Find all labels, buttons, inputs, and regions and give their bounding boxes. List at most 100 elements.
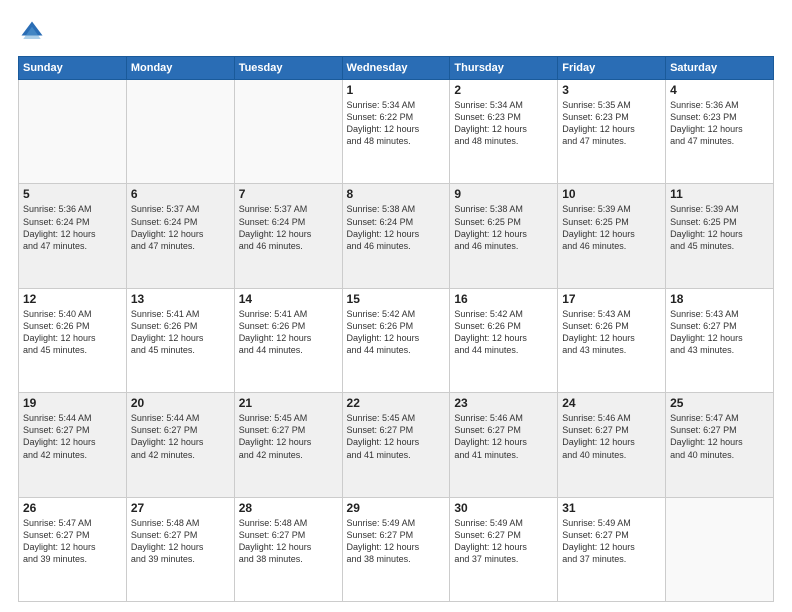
calendar-cell bbox=[126, 80, 234, 184]
day-number: 3 bbox=[562, 83, 661, 97]
calendar-cell: 13 Sunrise: 5:41 AM Sunset: 6:26 PM Dayli… bbox=[126, 288, 234, 392]
day-info: Sunrise: 5:41 AM Sunset: 6:26 PM Dayligh… bbox=[239, 308, 338, 357]
calendar-cell bbox=[19, 80, 127, 184]
day-number: 15 bbox=[347, 292, 446, 306]
day-info: Sunrise: 5:34 AM Sunset: 6:22 PM Dayligh… bbox=[347, 99, 446, 148]
day-info: Sunrise: 5:34 AM Sunset: 6:23 PM Dayligh… bbox=[454, 99, 553, 148]
calendar-cell: 22 Sunrise: 5:45 AM Sunset: 6:27 PM Dayli… bbox=[342, 393, 450, 497]
calendar-cell: 7 Sunrise: 5:37 AM Sunset: 6:24 PM Daylig… bbox=[234, 184, 342, 288]
day-number: 17 bbox=[562, 292, 661, 306]
calendar-cell: 2 Sunrise: 5:34 AM Sunset: 6:23 PM Daylig… bbox=[450, 80, 558, 184]
logo bbox=[18, 18, 50, 46]
day-info: Sunrise: 5:46 AM Sunset: 6:27 PM Dayligh… bbox=[562, 412, 661, 461]
header bbox=[18, 18, 774, 46]
day-info: Sunrise: 5:48 AM Sunset: 6:27 PM Dayligh… bbox=[131, 517, 230, 566]
weekday-header-sunday: Sunday bbox=[19, 57, 127, 80]
day-number: 18 bbox=[670, 292, 769, 306]
day-number: 23 bbox=[454, 396, 553, 410]
day-info: Sunrise: 5:47 AM Sunset: 6:27 PM Dayligh… bbox=[670, 412, 769, 461]
calendar-cell: 17 Sunrise: 5:43 AM Sunset: 6:26 PM Dayli… bbox=[558, 288, 666, 392]
day-number: 10 bbox=[562, 187, 661, 201]
day-number: 27 bbox=[131, 501, 230, 515]
calendar-cell: 28Sunrise: 5:48 AM Sunset: 6:27 PM Dayli… bbox=[234, 497, 342, 601]
day-info: Sunrise: 5:37 AM Sunset: 6:24 PM Dayligh… bbox=[131, 203, 230, 252]
weekday-header-wednesday: Wednesday bbox=[342, 57, 450, 80]
calendar-cell: 6 Sunrise: 5:37 AM Sunset: 6:24 PM Daylig… bbox=[126, 184, 234, 288]
day-info: Sunrise: 5:38 AM Sunset: 6:24 PM Dayligh… bbox=[347, 203, 446, 252]
calendar-cell: 19 Sunrise: 5:44 AM Sunset: 6:27 PM Dayli… bbox=[19, 393, 127, 497]
day-info: Sunrise: 5:39 AM Sunset: 6:25 PM Dayligh… bbox=[670, 203, 769, 252]
calendar-cell: 5Sunrise: 5:36 AM Sunset: 6:24 PM Daylig… bbox=[19, 184, 127, 288]
weekday-header-row: SundayMondayTuesdayWednesdayThursdayFrid… bbox=[19, 57, 774, 80]
calendar-week-2: 5Sunrise: 5:36 AM Sunset: 6:24 PM Daylig… bbox=[19, 184, 774, 288]
day-number: 9 bbox=[454, 187, 553, 201]
day-number: 12 bbox=[23, 292, 122, 306]
calendar-cell: 8Sunrise: 5:38 AM Sunset: 6:24 PM Daylig… bbox=[342, 184, 450, 288]
calendar-cell: 3 Sunrise: 5:35 AM Sunset: 6:23 PM Daylig… bbox=[558, 80, 666, 184]
day-number: 31 bbox=[562, 501, 661, 515]
calendar-cell: 4 Sunrise: 5:36 AM Sunset: 6:23 PM Daylig… bbox=[666, 80, 774, 184]
calendar-cell: 18 Sunrise: 5:43 AM Sunset: 6:27 PM Dayli… bbox=[666, 288, 774, 392]
day-number: 5 bbox=[23, 187, 122, 201]
day-info: Sunrise: 5:46 AM Sunset: 6:27 PM Dayligh… bbox=[454, 412, 553, 461]
calendar-cell bbox=[234, 80, 342, 184]
page: SundayMondayTuesdayWednesdayThursdayFrid… bbox=[0, 0, 792, 612]
day-info: Sunrise: 5:43 AM Sunset: 6:27 PM Dayligh… bbox=[670, 308, 769, 357]
day-info: Sunrise: 5:44 AM Sunset: 6:27 PM Dayligh… bbox=[23, 412, 122, 461]
calendar-cell: 29 Sunrise: 5:49 AM Sunset: 6:27 PM Dayli… bbox=[342, 497, 450, 601]
weekday-header-monday: Monday bbox=[126, 57, 234, 80]
day-info: Sunrise: 5:49 AM Sunset: 6:27 PM Dayligh… bbox=[347, 517, 446, 566]
calendar-cell: 25 Sunrise: 5:47 AM Sunset: 6:27 PM Dayli… bbox=[666, 393, 774, 497]
day-number: 7 bbox=[239, 187, 338, 201]
calendar-cell: 30 Sunrise: 5:49 AM Sunset: 6:27 PM Dayli… bbox=[450, 497, 558, 601]
day-number: 26 bbox=[23, 501, 122, 515]
day-info: Sunrise: 5:41 AM Sunset: 6:26 PM Dayligh… bbox=[131, 308, 230, 357]
day-info: Sunrise: 5:45 AM Sunset: 6:27 PM Dayligh… bbox=[347, 412, 446, 461]
day-info: Sunrise: 5:37 AM Sunset: 6:24 PM Dayligh… bbox=[239, 203, 338, 252]
day-number: 13 bbox=[131, 292, 230, 306]
day-info: Sunrise: 5:39 AM Sunset: 6:25 PM Dayligh… bbox=[562, 203, 661, 252]
day-info: Sunrise: 5:44 AM Sunset: 6:27 PM Dayligh… bbox=[131, 412, 230, 461]
weekday-header-thursday: Thursday bbox=[450, 57, 558, 80]
calendar-cell: 20 Sunrise: 5:44 AM Sunset: 6:27 PM Dayli… bbox=[126, 393, 234, 497]
weekday-header-tuesday: Tuesday bbox=[234, 57, 342, 80]
calendar-week-4: 19 Sunrise: 5:44 AM Sunset: 6:27 PM Dayli… bbox=[19, 393, 774, 497]
day-number: 16 bbox=[454, 292, 553, 306]
day-info: Sunrise: 5:42 AM Sunset: 6:26 PM Dayligh… bbox=[347, 308, 446, 357]
day-info: Sunrise: 5:49 AM Sunset: 6:27 PM Dayligh… bbox=[562, 517, 661, 566]
day-info: Sunrise: 5:49 AM Sunset: 6:27 PM Dayligh… bbox=[454, 517, 553, 566]
calendar-cell: 31 Sunrise: 5:49 AM Sunset: 6:27 PM Dayli… bbox=[558, 497, 666, 601]
day-number: 20 bbox=[131, 396, 230, 410]
day-number: 25 bbox=[670, 396, 769, 410]
day-number: 22 bbox=[347, 396, 446, 410]
day-number: 14 bbox=[239, 292, 338, 306]
day-info: Sunrise: 5:35 AM Sunset: 6:23 PM Dayligh… bbox=[562, 99, 661, 148]
day-number: 24 bbox=[562, 396, 661, 410]
day-number: 6 bbox=[131, 187, 230, 201]
calendar-cell: 9 Sunrise: 5:38 AM Sunset: 6:25 PM Daylig… bbox=[450, 184, 558, 288]
calendar-cell: 11 Sunrise: 5:39 AM Sunset: 6:25 PM Dayli… bbox=[666, 184, 774, 288]
day-number: 30 bbox=[454, 501, 553, 515]
calendar-cell: 1 Sunrise: 5:34 AM Sunset: 6:22 PM Daylig… bbox=[342, 80, 450, 184]
day-number: 19 bbox=[23, 396, 122, 410]
day-info: Sunrise: 5:43 AM Sunset: 6:26 PM Dayligh… bbox=[562, 308, 661, 357]
day-info: Sunrise: 5:42 AM Sunset: 6:26 PM Dayligh… bbox=[454, 308, 553, 357]
calendar-cell: 23 Sunrise: 5:46 AM Sunset: 6:27 PM Dayli… bbox=[450, 393, 558, 497]
calendar-cell bbox=[666, 497, 774, 601]
day-info: Sunrise: 5:36 AM Sunset: 6:23 PM Dayligh… bbox=[670, 99, 769, 148]
weekday-header-friday: Friday bbox=[558, 57, 666, 80]
weekday-header-saturday: Saturday bbox=[666, 57, 774, 80]
calendar-cell: 21Sunrise: 5:45 AM Sunset: 6:27 PM Dayli… bbox=[234, 393, 342, 497]
day-number: 4 bbox=[670, 83, 769, 97]
calendar-week-5: 26Sunrise: 5:47 AM Sunset: 6:27 PM Dayli… bbox=[19, 497, 774, 601]
day-number: 2 bbox=[454, 83, 553, 97]
logo-icon bbox=[18, 18, 46, 46]
calendar-cell: 10 Sunrise: 5:39 AM Sunset: 6:25 PM Dayli… bbox=[558, 184, 666, 288]
day-number: 11 bbox=[670, 187, 769, 201]
day-number: 21 bbox=[239, 396, 338, 410]
day-number: 1 bbox=[347, 83, 446, 97]
day-number: 28 bbox=[239, 501, 338, 515]
day-info: Sunrise: 5:38 AM Sunset: 6:25 PM Dayligh… bbox=[454, 203, 553, 252]
day-number: 29 bbox=[347, 501, 446, 515]
calendar-cell: 16 Sunrise: 5:42 AM Sunset: 6:26 PM Dayli… bbox=[450, 288, 558, 392]
